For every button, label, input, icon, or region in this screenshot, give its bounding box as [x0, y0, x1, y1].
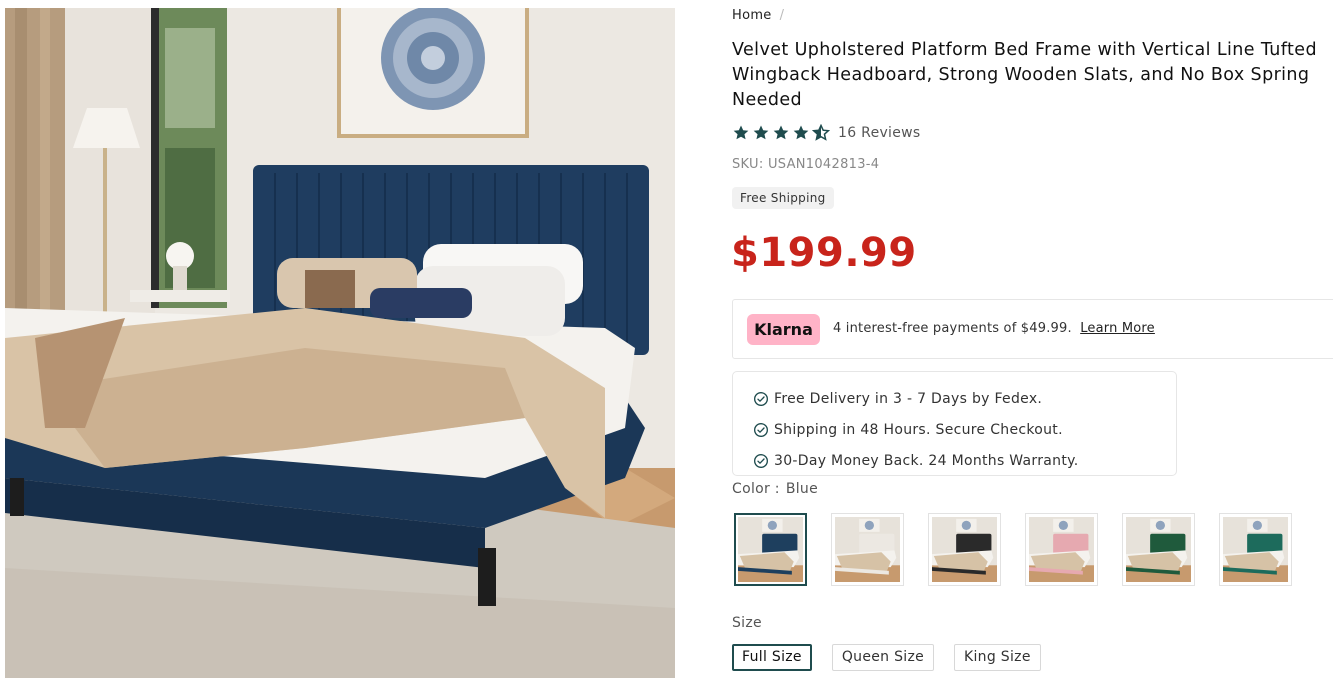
bed-thumbnail-image	[738, 517, 803, 582]
bed-thumbnail-image	[835, 517, 900, 582]
benefit-text: Shipping in 48 Hours. Secure Checkout.	[774, 421, 1063, 438]
rating-stars	[732, 124, 830, 142]
free-shipping-badge: Free Shipping	[732, 187, 834, 209]
size-option-full-size[interactable]: Full Size	[732, 644, 812, 671]
klarna-learn-more-link[interactable]: Learn More	[1080, 321, 1155, 336]
color-swatch-pink[interactable]	[1025, 513, 1098, 586]
product-sku: SKU: USAN1042813-4	[732, 157, 880, 172]
color-swatch-teal[interactable]	[1219, 513, 1292, 586]
size-option-list: Full Size Queen Size King Size	[732, 644, 1041, 671]
color-swatch-black[interactable]	[928, 513, 1001, 586]
breadcrumb-home-link[interactable]: Home	[732, 8, 772, 23]
benefit-item: Shipping in 48 Hours. Secure Checkout.	[753, 414, 1176, 445]
star-half-icon	[812, 124, 830, 141]
bed-thumbnail-image	[1029, 517, 1094, 582]
size-option-king-size[interactable]: King Size	[954, 644, 1041, 671]
benefit-item: Free Delivery in 3 - 7 Days by Fedex.	[753, 383, 1176, 414]
klarna-payment-box: Klarna 4 interest-free payments of $49.9…	[732, 299, 1333, 359]
breadcrumb-separator: /	[779, 8, 785, 23]
benefits-box: Free Delivery in 3 - 7 Days by Fedex. Sh…	[732, 371, 1177, 476]
star-icon	[753, 125, 769, 140]
breadcrumb: Home /	[732, 8, 784, 23]
selected-color-value: Blue	[785, 481, 819, 497]
check-circle-icon	[754, 453, 768, 468]
product-title: Velvet Upholstered Platform Bed Frame wi…	[732, 40, 1317, 110]
product-main-image[interactable]	[5, 8, 675, 678]
color-swatch-white[interactable]	[831, 513, 904, 586]
color-label-text: Color :	[732, 481, 780, 497]
review-count-link[interactable]: 16 Reviews	[838, 125, 921, 141]
size-option-queen-size[interactable]: Queen Size	[831, 644, 935, 671]
bed-thumbnail-image	[1223, 517, 1288, 582]
check-circle-icon	[754, 391, 768, 406]
benefit-item: 30-Day Money Back. 24 Months Warranty.	[753, 445, 1176, 476]
klarna-logo: Klarna	[747, 314, 820, 345]
benefit-text: 30-Day Money Back. 24 Months Warranty.	[774, 452, 1079, 469]
product-price: $199.99	[731, 230, 917, 276]
color-label: Color : Blue	[732, 481, 818, 497]
klarna-installment-text: 4 interest-free payments of $49.99. Lear…	[833, 321, 1155, 336]
star-icon	[793, 125, 809, 140]
star-icon	[733, 125, 749, 140]
size-label: Size	[732, 615, 762, 631]
color-swatch-green[interactable]	[1122, 513, 1195, 586]
benefit-text: Free Delivery in 3 - 7 Days by Fedex.	[774, 390, 1043, 407]
color-swatch-blue[interactable]	[734, 513, 807, 586]
color-swatch-list	[734, 513, 1292, 586]
bed-thumbnail-image	[932, 517, 997, 582]
bed-thumbnail-image	[1126, 517, 1191, 582]
star-icon	[773, 125, 789, 140]
check-circle-icon	[754, 422, 768, 437]
klarna-installment-label: 4 interest-free payments of $49.99.	[833, 321, 1072, 336]
product-rating[interactable]: 16 Reviews	[732, 124, 921, 142]
